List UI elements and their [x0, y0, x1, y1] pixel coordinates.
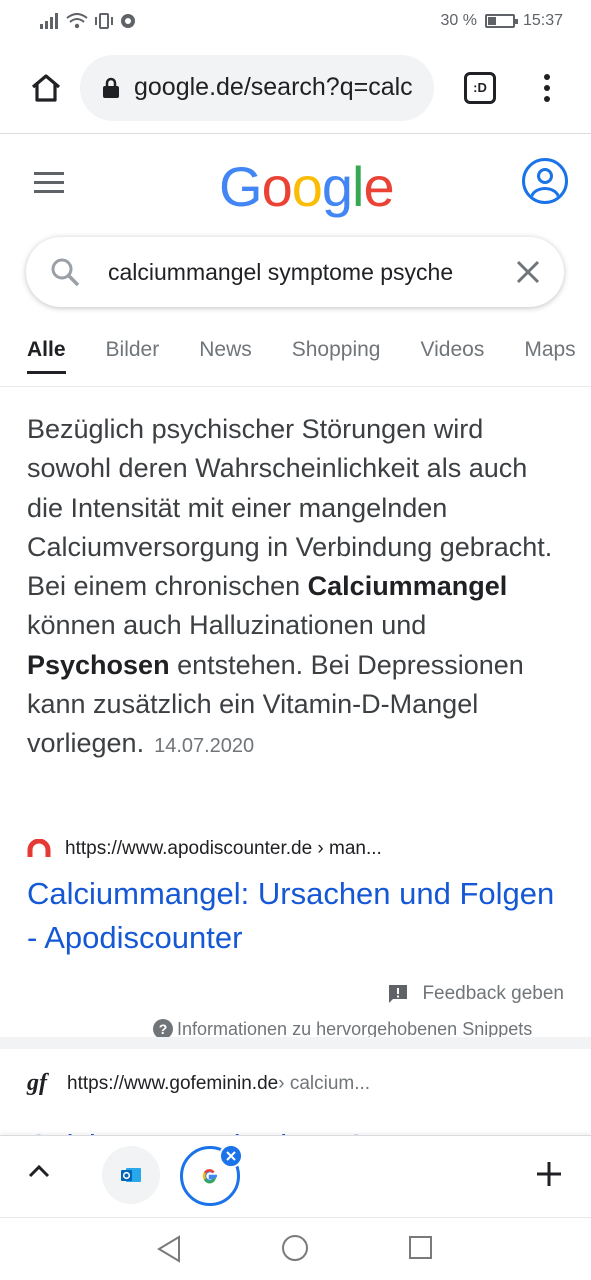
more-menu-button[interactable] [544, 73, 550, 102]
tab-videos[interactable]: Videos [420, 325, 484, 386]
outlook-tab[interactable] [102, 1146, 160, 1204]
google-header: Google [0, 134, 591, 234]
home-button[interactable] [14, 73, 78, 103]
hamburger-menu-icon[interactable] [34, 172, 64, 199]
tab-shopping[interactable]: Shopping [292, 325, 381, 386]
apodiscounter-favicon-icon [27, 839, 51, 857]
result-2-breadcrumb: › calcium... [278, 1072, 371, 1094]
tab-news[interactable]: News [199, 325, 252, 386]
browser-toolbar: google.de/search?q=calciummangel+symptom… [0, 42, 591, 134]
clock: 15:37 [522, 12, 563, 29]
vibrate-icon [95, 13, 113, 29]
feedback-button[interactable]: Feedback geben [388, 983, 564, 1005]
recents-icon[interactable] [409, 1236, 432, 1259]
status-bar: 30 % 15:37 [0, 0, 591, 42]
google-logo[interactable]: Google [219, 154, 395, 219]
battery-icon [484, 14, 518, 28]
close-icon [226, 1151, 236, 1161]
result-2-url: https://www.gofeminin.de [67, 1072, 279, 1094]
tab-maps[interactable]: Maps [524, 325, 575, 386]
back-icon[interactable] [156, 1235, 182, 1263]
battery-percent: 30 % [440, 12, 477, 29]
feedback-label: Feedback geben [422, 983, 564, 1004]
status-right: 30 % 15:37 [440, 12, 563, 30]
snippet-date: 14.07.2020 [154, 735, 255, 758]
snippet-part-2: können auch Halluzinationen und [27, 610, 427, 641]
plus-icon [537, 1162, 561, 1186]
result-2-source[interactable]: gf https://www.gofeminin.de › calcium... [27, 1070, 370, 1097]
status-icons [40, 13, 136, 29]
outlook-icon [121, 1168, 141, 1182]
url-bar[interactable]: google.de/search?q=calciummangel+symptom… [80, 54, 434, 121]
url-text: google.de/search?q=calciummangel+symptom… [134, 73, 414, 101]
tab-switcher-button[interactable]: :D [464, 71, 496, 104]
signal-icon [40, 13, 58, 29]
system-nav-bar [0, 1217, 591, 1280]
featured-snippet-text: Bezüglich psychischer Störungen wird sow… [27, 410, 567, 767]
svg-text:?: ? [159, 1021, 168, 1037]
snippet-bold-2: Psychosen [27, 649, 170, 680]
search-icon[interactable] [50, 257, 80, 287]
feedback-icon [389, 985, 408, 1003]
google-g-icon [202, 1169, 217, 1184]
chrome-icon [121, 14, 135, 28]
section-divider [0, 1037, 591, 1049]
chevron-up-icon[interactable] [28, 1164, 50, 1178]
wifi-icon [66, 13, 88, 29]
home-circle-icon[interactable] [282, 1235, 308, 1261]
result-1-url: https://www.apodiscounter.de › man... [65, 838, 382, 859]
search-tabs: Alle Bilder News Shopping Videos Maps [0, 325, 591, 387]
search-input[interactable]: calciummangel symptome psyche [108, 259, 486, 286]
new-tab-button[interactable] [536, 1160, 562, 1190]
result-1-title-link[interactable]: Calciummangel: Ursachen und Folgen - Apo… [27, 872, 557, 960]
result-1-source[interactable]: https://www.apodiscounter.de › man... [27, 838, 382, 860]
snippet-bold-1: Calciummangel [307, 571, 508, 602]
lock-icon [103, 77, 119, 98]
battery-fill [487, 17, 496, 25]
tab-alle[interactable]: Alle [27, 325, 66, 374]
bottom-tab-strip [0, 1135, 591, 1217]
tab-bilder[interactable]: Bilder [106, 325, 160, 386]
home-icon [31, 73, 61, 102]
close-tab-button[interactable] [219, 1144, 243, 1168]
clear-icon[interactable] [516, 260, 540, 284]
search-box[interactable]: calciummangel symptome psyche [26, 237, 564, 307]
account-icon[interactable] [522, 158, 568, 204]
gofeminin-favicon-icon: gf [27, 1070, 47, 1096]
